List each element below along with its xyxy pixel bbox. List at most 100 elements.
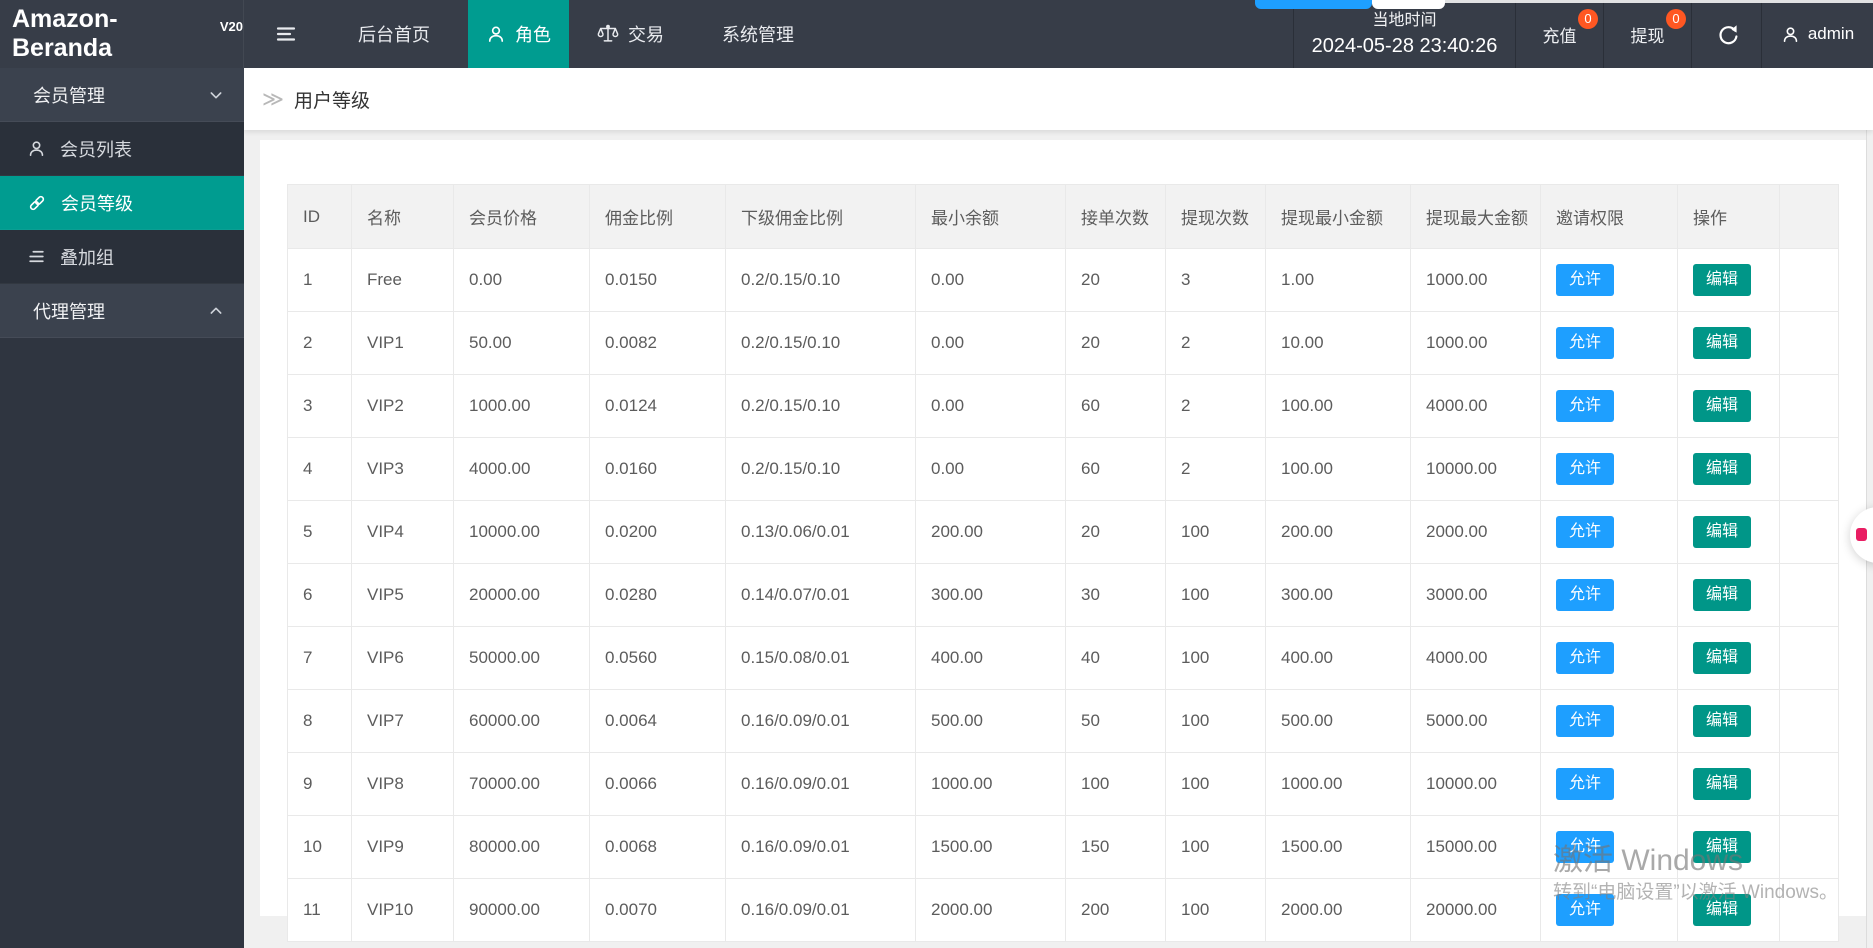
table-row: 9 VIP8 70000.00 0.0066 0.16/0.09/0.01 1000.00… xyxy=(287,752,1839,816)
table-cell-actions: 编辑 xyxy=(1677,626,1780,690)
table-cell: 3 xyxy=(287,374,352,438)
table-cell: 70000.00 xyxy=(453,752,590,816)
table-row: 10 VIP9 80000.00 0.0068 0.16/0.09/0.01 1500.0… xyxy=(287,815,1839,879)
allow-button[interactable]: 允许 xyxy=(1556,768,1615,800)
sidebar-group-agent-management[interactable]: 代理管理 xyxy=(0,284,244,338)
column-header: 操作 xyxy=(1677,184,1780,249)
floating-action-glyph xyxy=(1856,528,1867,541)
withdraw-button[interactable]: 提现 0 xyxy=(1603,0,1691,68)
edit-button[interactable]: 编辑 xyxy=(1693,894,1752,926)
allow-button[interactable]: 允许 xyxy=(1556,894,1615,926)
user-icon xyxy=(29,141,44,157)
table-cell: 10000.00 xyxy=(1410,437,1541,501)
table-cell: 100 xyxy=(1165,500,1266,564)
top-edge-strip-artifact xyxy=(1445,0,1873,3)
table-cell: 0.0124 xyxy=(589,374,726,438)
edit-button[interactable]: 编辑 xyxy=(1693,831,1752,863)
edit-button[interactable]: 编辑 xyxy=(1693,642,1752,674)
nav-item-trade[interactable]: 交易 xyxy=(587,0,674,68)
refresh-icon xyxy=(1718,25,1737,45)
sidebar-group-label: 会员管理 xyxy=(33,85,105,106)
nav-item-roles-active[interactable]: 角色 xyxy=(468,0,569,68)
table-cell-invite-permission: 允许 xyxy=(1540,311,1678,375)
table-cell: 9 xyxy=(287,752,352,816)
allow-button[interactable]: 允许 xyxy=(1556,705,1615,737)
table-cell: 100.00 xyxy=(1265,374,1411,438)
table-cell: 60000.00 xyxy=(453,689,590,753)
table-cell: 500.00 xyxy=(915,689,1066,753)
sidebar-item-member-list[interactable]: 会员列表 xyxy=(0,122,244,176)
column-header: 提现次数 xyxy=(1165,184,1266,249)
edit-button[interactable]: 编辑 xyxy=(1693,768,1752,800)
table-cell: 20 xyxy=(1065,248,1166,312)
refresh-button[interactable] xyxy=(1691,0,1761,68)
table-cell: 0.16/0.09/0.01 xyxy=(725,878,916,942)
table-cell: 0.16/0.09/0.01 xyxy=(725,689,916,753)
edit-button[interactable]: 编辑 xyxy=(1693,453,1752,485)
table-cell-invite-permission: 允许 xyxy=(1540,374,1678,438)
app-logo-version: V20 xyxy=(219,18,243,34)
allow-button[interactable]: 允许 xyxy=(1556,453,1615,485)
sidebar-item-stack-group[interactable]: 叠加组 xyxy=(0,230,244,284)
table-cell: 0.13/0.06/0.01 xyxy=(725,500,916,564)
table-cell-actions: 编辑 xyxy=(1677,500,1780,564)
sidebar-toggle-button[interactable] xyxy=(268,0,304,68)
table-cell: VIP8 xyxy=(351,752,454,816)
edit-button[interactable]: 编辑 xyxy=(1693,390,1752,422)
table-cell: 400.00 xyxy=(915,626,1066,690)
edit-button[interactable]: 编辑 xyxy=(1693,327,1752,359)
user-level-table: ID 名称 会员价格 佣金比例 下级佣金比例 最小余额 接单次数 提现次数 提现… xyxy=(287,184,1839,942)
table-cell-filler xyxy=(1779,878,1839,942)
column-header: 会员价格 xyxy=(453,184,590,249)
table-cell: 10 xyxy=(287,815,352,879)
sidebar-item-label: 会员列表 xyxy=(60,139,132,160)
table-cell: 4000.00 xyxy=(1410,374,1541,438)
recharge-button[interactable]: 充值 0 xyxy=(1515,0,1603,68)
breadcrumb-separator-icon: ≫ xyxy=(262,87,284,111)
edit-button[interactable]: 编辑 xyxy=(1693,579,1752,611)
edit-button[interactable]: 编辑 xyxy=(1693,264,1752,296)
allow-button[interactable]: 允许 xyxy=(1556,579,1615,611)
sidebar-item-member-level-active[interactable]: 会员等级 xyxy=(0,176,244,230)
table-cell: 0.2/0.15/0.10 xyxy=(725,437,916,501)
table-cell: 500.00 xyxy=(1265,689,1411,753)
allow-button[interactable]: 允许 xyxy=(1556,831,1615,863)
nav-item-system[interactable]: 系统管理 xyxy=(712,0,804,68)
allow-button[interactable]: 允许 xyxy=(1556,327,1615,359)
allow-button[interactable]: 允许 xyxy=(1556,390,1615,422)
allow-button[interactable]: 允许 xyxy=(1556,264,1615,296)
allow-button[interactable]: 允许 xyxy=(1556,516,1615,548)
table-cell: 20 xyxy=(1065,500,1166,564)
scale-icon xyxy=(597,24,619,42)
table-cell: 4 xyxy=(287,437,352,501)
table-cell: 15000.00 xyxy=(1410,815,1541,879)
column-header: 最小余额 xyxy=(915,184,1066,249)
edit-button[interactable]: 编辑 xyxy=(1693,516,1752,548)
edit-button[interactable]: 编辑 xyxy=(1693,705,1752,737)
table-cell-filler xyxy=(1779,563,1839,627)
table-cell: 2 xyxy=(1165,437,1266,501)
table-cell: 2000.00 xyxy=(1265,878,1411,942)
table-row: 11 VIP10 90000.00 0.0070 0.16/0.09/0.01 2000.… xyxy=(287,878,1839,942)
sidebar: 会员管理 会员列表 会员等级 叠加组 代理管理 xyxy=(0,68,244,948)
table-cell-invite-permission: 允许 xyxy=(1540,815,1678,879)
table-cell: 1000.00 xyxy=(1265,752,1411,816)
stacked-list-icon xyxy=(29,250,44,263)
user-icon xyxy=(1783,26,1798,42)
table-cell: 0.16/0.09/0.01 xyxy=(725,752,916,816)
main-content: ≫ 用户等级 ID 名称 会员价格 佣金比例 下级佣金比例 最小余额 接单次数 … xyxy=(244,68,1873,948)
table-cell-filler xyxy=(1779,437,1839,501)
table-cell: 1500.00 xyxy=(1265,815,1411,879)
table-row: 6 VIP5 20000.00 0.0280 0.14/0.07/0.01 300.00 3… xyxy=(287,563,1839,627)
sidebar-group-member-management[interactable]: 会员管理 xyxy=(0,68,244,122)
allow-button[interactable]: 允许 xyxy=(1556,642,1615,674)
nav-item-dashboard[interactable]: 后台首页 xyxy=(348,0,440,68)
admin-user-menu[interactable]: admin xyxy=(1761,0,1873,68)
table-cell-filler xyxy=(1779,311,1839,375)
table-cell-actions: 编辑 xyxy=(1677,563,1780,627)
table-cell: 300.00 xyxy=(915,563,1066,627)
app-logo-name: Amazon-Beranda xyxy=(12,5,118,62)
table-cell: 50.00 xyxy=(453,311,590,375)
table-cell: 1500.00 xyxy=(915,815,1066,879)
table-cell: 0.0280 xyxy=(589,563,726,627)
